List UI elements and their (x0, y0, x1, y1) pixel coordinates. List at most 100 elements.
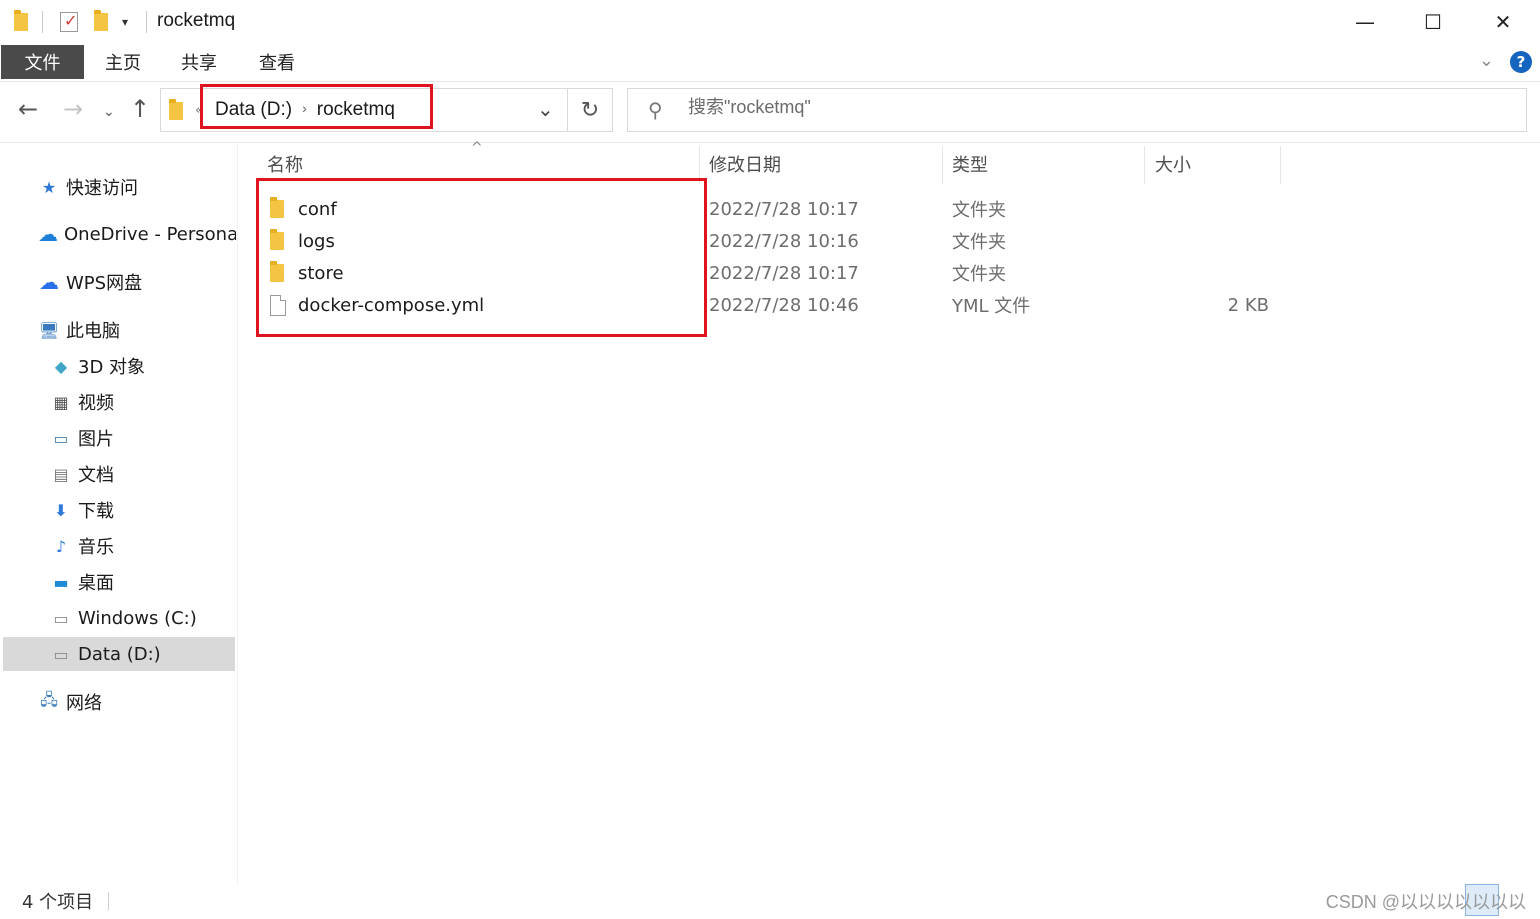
film-icon: ▦ (53, 392, 69, 412)
sidebar-item-music[interactable]: ♪ 音乐 (0, 529, 236, 563)
breadcrumb-rocketmq[interactable]: rocketmq (317, 99, 395, 120)
tab-share[interactable]: 共享 (172, 44, 226, 80)
properties-icon[interactable] (60, 10, 78, 34)
file-name: conf (298, 198, 337, 220)
divider (42, 11, 43, 33)
cube-icon: ◆ (54, 356, 68, 376)
file-name-cell[interactable]: logs (270, 225, 335, 257)
sidebar-item-quick-access[interactable]: ★ 快速访问 (0, 170, 236, 204)
file-row[interactable]: logs 2022/7/28 10:16 文件夹 (262, 225, 1282, 257)
file-name-cell[interactable]: docker-compose.yml (270, 289, 484, 321)
sidebar-item-label: 视频 (78, 393, 114, 414)
forward-arrow-icon[interactable]: → (63, 97, 83, 121)
sidebar-item-label: 下载 (78, 501, 114, 522)
file-type: 文件夹 (952, 232, 1006, 253)
file-type: YML 文件 (952, 296, 1031, 317)
sidebar-item-label: 文档 (78, 465, 114, 486)
watermark: CSDN @以以以以以以以 (1325, 892, 1526, 912)
sidebar-item-downloads[interactable]: ⬇ 下载 (0, 493, 236, 527)
file-date: 2022/7/28 10:46 (709, 294, 859, 316)
address-dropdown-chevron-icon[interactable]: ⌄ (537, 97, 554, 121)
breadcrumb-data-drive[interactable]: Data (D:) (215, 99, 292, 120)
file-row[interactable]: conf 2022/7/28 10:17 文件夹 (262, 193, 1282, 225)
computer-icon: 🖥 (38, 320, 60, 340)
file-date: 2022/7/28 10:17 (709, 198, 859, 220)
tab-home[interactable]: 主页 (96, 44, 150, 80)
breadcrumb: Data (D:) › rocketmq (215, 99, 395, 121)
tab-view[interactable]: 查看 (250, 44, 304, 80)
navigation-bar: ← → ⌄ ↑ « Data (D:) › rocketmq ⌄ ↻ ⚲ (0, 83, 1540, 143)
tab-file[interactable]: 文件 (1, 45, 84, 79)
navigation-pane: ★ 快速访问 ☁ OneDrive - Personal ☁ WPS网盘 🖥 此… (0, 144, 238, 884)
new-folder-icon[interactable] (94, 10, 108, 34)
desktop-icon: ▬ (53, 572, 69, 592)
search-icon: ⚲ (648, 98, 663, 122)
file-name-cell[interactable]: store (270, 257, 344, 289)
sidebar-item-onedrive[interactable]: ☁ OneDrive - Personal (0, 217, 236, 251)
folder-icon (270, 197, 284, 218)
column-divider[interactable] (1280, 146, 1281, 184)
file-date: 2022/7/28 10:17 (709, 262, 859, 284)
sidebar-item-desktop[interactable]: ▬ 桌面 (0, 565, 236, 599)
sidebar-item-wps[interactable]: ☁ WPS网盘 (0, 265, 236, 299)
customize-toolbar-icon[interactable]: ▾ (122, 10, 128, 34)
file-size (1155, 257, 1269, 289)
sidebar-item-pictures[interactable]: ▭ 图片 (0, 421, 236, 455)
folder-icon (270, 229, 284, 250)
file-row[interactable]: store 2022/7/28 10:17 文件夹 (262, 257, 1282, 289)
minimize-button[interactable]: — (1330, 0, 1400, 44)
column-header-type[interactable]: 类型 (952, 144, 1142, 184)
column-divider[interactable] (1144, 146, 1145, 184)
path-overflow-icon[interactable]: « (195, 103, 203, 118)
window-title: rocketmq (157, 10, 236, 31)
folder-icon (169, 99, 183, 120)
column-header-size[interactable]: 大小 (1155, 144, 1275, 184)
sidebar-item-label: Windows (C:) (78, 607, 197, 629)
sidebar-item-label: 图片 (78, 429, 114, 450)
file-size (1155, 193, 1269, 225)
sidebar-item-label: 快速访问 (66, 178, 138, 199)
sidebar-item-videos[interactable]: ▦ 视频 (0, 385, 236, 419)
back-arrow-icon[interactable]: ← (18, 97, 38, 121)
document-icon: ▤ (53, 464, 69, 484)
maximize-button[interactable]: ☐ (1398, 0, 1468, 44)
file-name-cell[interactable]: conf (270, 193, 337, 225)
network-icon: 🖧 (40, 689, 58, 709)
cloud-icon: ☁ (38, 222, 58, 246)
up-arrow-icon[interactable]: ↑ (130, 97, 150, 121)
ribbon-tabs: 文件 主页 共享 查看 ⌄ ? (0, 44, 1540, 82)
file-date: 2022/7/28 10:16 (709, 230, 859, 252)
sidebar-item-windows-c[interactable]: ▭ Windows (C:) (0, 601, 236, 635)
expand-ribbon-chevron-icon[interactable]: ⌄ (1479, 50, 1494, 71)
download-icon: ⬇ (54, 500, 68, 520)
column-divider[interactable] (942, 146, 943, 184)
column-header-date[interactable]: 修改日期 (709, 144, 939, 184)
column-divider[interactable] (699, 146, 700, 184)
star-icon: ★ (41, 177, 57, 197)
refresh-icon[interactable]: ↻ (568, 88, 613, 132)
search-box[interactable]: ⚲ (627, 88, 1527, 132)
column-header-name[interactable]: 名称 (267, 144, 697, 184)
sidebar-item-label: 音乐 (78, 537, 114, 558)
help-icon[interactable]: ? (1510, 51, 1532, 73)
file-size (1155, 225, 1269, 257)
wps-cloud-icon: ☁ (39, 270, 59, 294)
folder-icon (14, 10, 28, 34)
sidebar-item-data-d[interactable]: ▭ Data (D:) (3, 637, 235, 671)
sidebar-item-documents[interactable]: ▤ 文档 (0, 457, 236, 491)
divider (108, 892, 109, 910)
picture-icon: ▭ (53, 428, 69, 448)
search-input[interactable] (688, 97, 1088, 118)
recent-locations-chevron-icon[interactable]: ⌄ (103, 105, 115, 119)
sidebar-item-label: OneDrive - Personal (64, 223, 236, 245)
sidebar-item-network[interactable]: 🖧 网络 (0, 685, 236, 719)
file-row[interactable]: docker-compose.yml 2022/7/28 10:46 YML 文… (262, 289, 1282, 321)
divider (146, 11, 147, 33)
address-bar[interactable]: « Data (D:) › rocketmq ⌄ (160, 88, 568, 132)
sidebar-item-3d-objects[interactable]: ◆ 3D 对象 (0, 349, 236, 383)
breadcrumb-separator-icon[interactable]: › (302, 100, 307, 116)
file-type: 文件夹 (952, 264, 1006, 285)
close-button[interactable]: ✕ (1468, 0, 1538, 44)
sidebar-item-label: WPS网盘 (66, 273, 143, 294)
sidebar-item-this-pc[interactable]: 🖥 此电脑 (0, 313, 236, 347)
